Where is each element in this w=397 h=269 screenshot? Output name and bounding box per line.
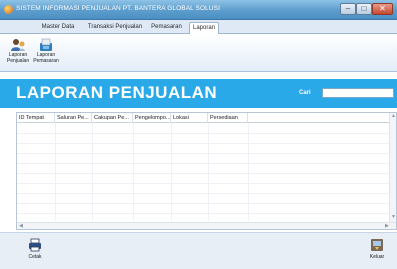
grid-divider bbox=[133, 123, 134, 221]
column-header-pengelompokan[interactable]: Pengelompo... bbox=[133, 113, 171, 123]
footer-bar: Cetak Keluar bbox=[0, 232, 397, 269]
sales-report-icon bbox=[10, 38, 26, 52]
grid-rule bbox=[17, 213, 389, 214]
grid-rule bbox=[17, 203, 389, 204]
app-icon bbox=[4, 5, 13, 14]
scroll-left-icon[interactable]: ◀ bbox=[19, 224, 23, 229]
scroll-up-icon[interactable]: ▲ bbox=[391, 114, 396, 119]
maximize-button[interactable]: □ bbox=[356, 3, 372, 15]
marketing-report-label: Laporan Pemasaran bbox=[33, 52, 59, 64]
exit-label: Keluar bbox=[369, 254, 385, 260]
exit-icon bbox=[370, 238, 384, 252]
tab-transaksi-penjualan[interactable]: Transaksi Penjualan bbox=[86, 22, 144, 34]
grid-rule bbox=[17, 153, 389, 154]
grid-rule bbox=[17, 143, 389, 144]
print-button[interactable]: Cetak bbox=[22, 236, 48, 266]
exit-button[interactable]: Keluar bbox=[364, 236, 390, 266]
table-header: ID Tempat Saluran Pe... Cakupan Pe... Pe… bbox=[17, 113, 389, 123]
page-title: LAPORAN PENJUALAN bbox=[16, 83, 218, 102]
sales-report-button[interactable]: Laporan Penjualan bbox=[4, 38, 32, 70]
grid-divider bbox=[208, 123, 209, 221]
grid-rule bbox=[17, 163, 389, 164]
grid-divider bbox=[55, 123, 56, 221]
report-header: LAPORAN PENJUALAN Cari bbox=[0, 79, 397, 108]
marketing-report-button[interactable]: Laporan Pemasaran bbox=[32, 38, 60, 70]
grid-rule bbox=[17, 193, 389, 194]
menu-bar: Master Data Transaksi Penjualan Pemasara… bbox=[0, 20, 397, 34]
report-table[interactable]: ID Tempat Saluran Pe... Cakupan Pe... Pe… bbox=[16, 112, 397, 230]
grid-rule bbox=[17, 133, 389, 134]
ribbon-toolbar: Laporan Penjualan Laporan Pemasaran bbox=[0, 34, 397, 72]
horizontal-scrollbar[interactable]: ◀ ▶ bbox=[17, 222, 396, 229]
scroll-right-icon[interactable]: ▶ bbox=[385, 224, 389, 229]
search-input[interactable] bbox=[322, 88, 394, 98]
printer-icon bbox=[28, 238, 42, 252]
sales-report-label: Laporan Penjualan bbox=[6, 52, 30, 64]
tab-pemasaran[interactable]: Pemasaran bbox=[149, 22, 184, 34]
tab-master-data[interactable]: Master Data bbox=[40, 22, 76, 34]
print-label: Cetak bbox=[28, 254, 42, 260]
grid-rule bbox=[17, 183, 389, 184]
marketing-report-icon bbox=[38, 38, 54, 52]
column-header-lokasi[interactable]: Lokasi bbox=[171, 113, 208, 123]
minimize-button[interactable]: – bbox=[340, 3, 356, 15]
search-label: Cari bbox=[299, 90, 311, 96]
window-title: SISTEM INFORMASI PENJUALAN PT. BANTERA G… bbox=[16, 5, 220, 12]
column-header-saluran[interactable]: Saluran Pe... bbox=[55, 113, 92, 123]
column-header-id-tempat[interactable]: ID Tempat bbox=[17, 113, 55, 123]
scroll-down-icon[interactable]: ▼ bbox=[391, 215, 396, 220]
column-header-persediaan[interactable]: Persediaan bbox=[208, 113, 248, 123]
grid-divider bbox=[248, 123, 249, 221]
tab-laporan[interactable]: Laporan bbox=[189, 22, 219, 34]
column-header-cakupan[interactable]: Cakupan Pe... bbox=[92, 113, 133, 123]
window-titlebar: SISTEM INFORMASI PENJUALAN PT. BANTERA G… bbox=[0, 0, 397, 20]
grid-divider bbox=[171, 123, 172, 221]
grid-divider bbox=[92, 123, 93, 221]
close-button[interactable]: ✕ bbox=[372, 3, 393, 15]
vertical-scrollbar[interactable]: ▲ ▼ bbox=[389, 113, 396, 223]
grid-rule bbox=[17, 173, 389, 174]
